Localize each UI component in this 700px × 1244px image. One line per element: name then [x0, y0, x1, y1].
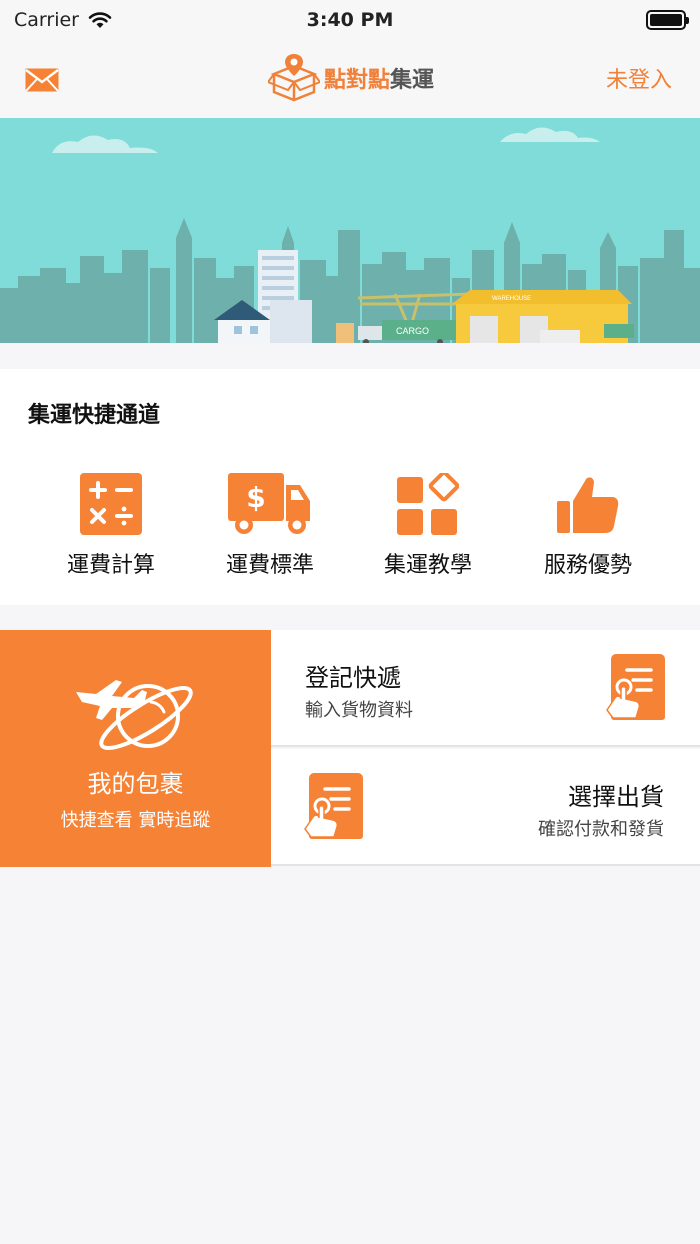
promo-banner[interactable]: CARGO WAREHOUSE	[0, 118, 700, 343]
cargo-label: CARGO	[396, 326, 429, 336]
form-touch-icon	[304, 773, 363, 839]
svg-text:$: $	[246, 481, 265, 514]
select-shipment-card[interactable]: 選擇出貨 確認付款和發貨	[271, 749, 700, 866]
section-title: 集運快捷通道	[28, 403, 161, 428]
shortcut-section: 集運快捷通道 運費計算 $ 運費標準 集運教學 服務優勢	[0, 369, 700, 605]
form-touch-icon	[606, 654, 665, 720]
delivery-truck-icon: $	[228, 473, 310, 534]
logo-box-pin-icon	[268, 54, 320, 102]
register-title: 登記快遞	[305, 664, 401, 692]
apps-grid-icon	[397, 473, 459, 535]
my-package-card[interactable]: 我的包裹 快捷查看 實時追蹤	[0, 630, 271, 867]
my-package-title: 我的包裹	[87, 770, 184, 798]
shortcut-label: 集運教學	[383, 553, 472, 578]
battery-icon	[646, 10, 689, 30]
logo-text: 點對點集運	[324, 62, 434, 94]
logo-text-sub: 集運	[390, 68, 435, 93]
register-parcel-card[interactable]: 登記快遞 輸入貨物資料	[271, 630, 700, 747]
shortcut-label: 服務優勢	[543, 553, 632, 578]
shortcut-tutorial[interactable]: 集運教學	[348, 473, 508, 579]
shortcut-shipping-rates[interactable]: $ 運費標準	[190, 473, 350, 579]
thumbs-up-icon	[557, 477, 619, 533]
my-package-subtitle: 快捷查看 實時追蹤	[60, 810, 211, 831]
airplane-planet-icon	[76, 680, 193, 751]
mail-icon[interactable]	[24, 67, 60, 93]
city-logistics-illustration: CARGO WAREHOUSE	[0, 118, 700, 343]
status-bar: Carrier 3:40 PM	[0, 0, 700, 40]
shortcut-service-advantages[interactable]: 服務優勢	[508, 473, 668, 579]
logo-text-main: 點對點	[324, 68, 391, 93]
calculator-icon	[80, 473, 142, 535]
register-subtitle: 輸入貨物資料	[305, 700, 413, 721]
shortcut-label: 運費標準	[225, 553, 314, 578]
warehouse-label: WAREHOUSE	[492, 296, 531, 302]
login-button[interactable]: 未登入	[606, 62, 672, 94]
ship-title: 選擇出貨	[568, 783, 664, 811]
clock: 3:40 PM	[306, 9, 394, 31]
ship-subtitle: 確認付款和發貨	[538, 819, 664, 840]
app-logo: 點對點集運	[268, 50, 434, 106]
shortcut-label: 運費計算	[66, 553, 155, 578]
shortcut-shipping-calculator[interactable]: 運費計算	[31, 473, 191, 579]
navigation-bar: 點對點集運 未登入	[0, 40, 700, 118]
